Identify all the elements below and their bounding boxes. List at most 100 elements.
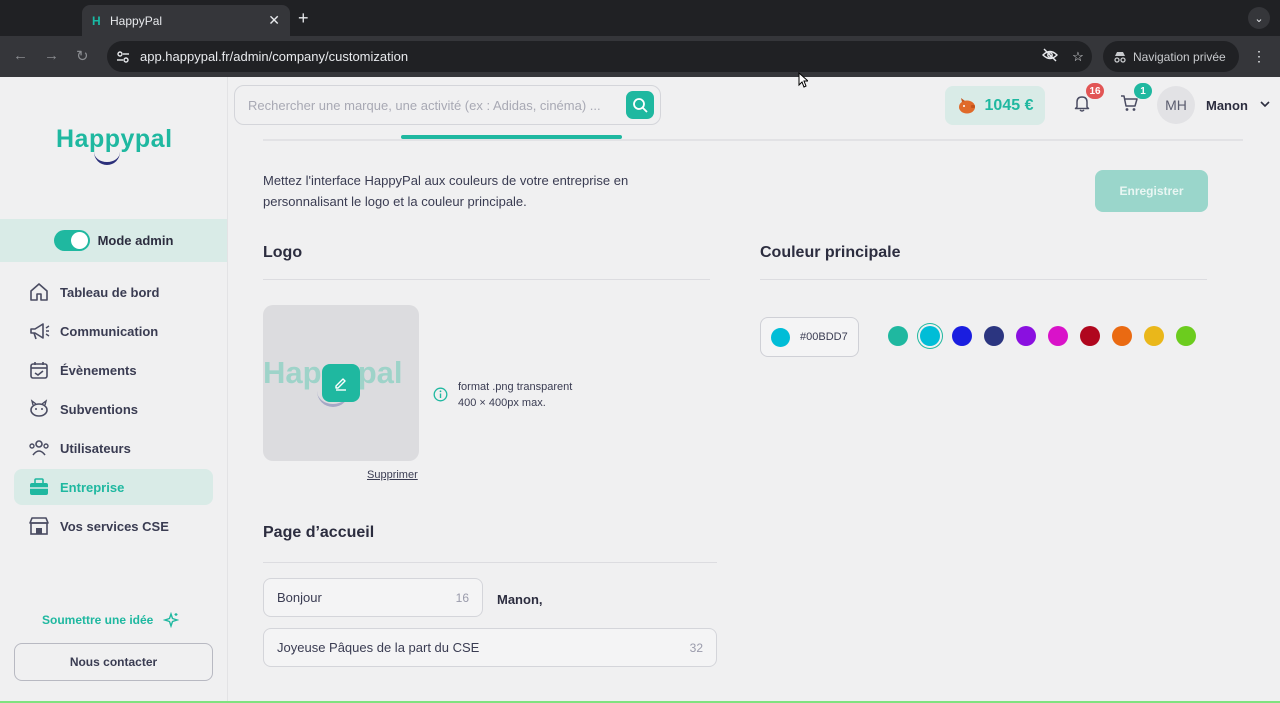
greeting-char-count: 16: [455, 590, 469, 605]
megaphone-icon: [28, 320, 50, 342]
app: Happypal Mode admin Tableau de bord Comm…: [0, 77, 1280, 703]
greeting-field: 16: [263, 578, 483, 617]
search-input[interactable]: [248, 97, 626, 113]
contact-button[interactable]: Nous contacter: [14, 643, 213, 681]
notifications-badge: 16: [1086, 83, 1104, 99]
tab-search-chevron-icon[interactable]: ⌄: [1248, 7, 1270, 29]
user-name[interactable]: Manon: [1206, 98, 1248, 113]
homepage-section-title: Page d’accueil: [263, 524, 375, 541]
color-section-divider: [760, 279, 1207, 280]
logo-smile-icon: [94, 151, 120, 165]
color-swatch[interactable]: [1176, 326, 1196, 346]
logo-upload-box[interactable]: Happypal: [263, 305, 419, 461]
notifications-button[interactable]: [1074, 94, 1090, 117]
users-icon: [28, 437, 50, 459]
color-hex-field[interactable]: #00BDD7: [760, 317, 859, 357]
edit-logo-button[interactable]: [322, 364, 360, 402]
private-label: Navigation privée: [1133, 49, 1226, 64]
sidebar-item-label: Utilisateurs: [60, 440, 131, 456]
browser-tab[interactable]: H HappyPal ✕: [82, 5, 290, 36]
sparkles-icon: [163, 612, 180, 628]
logo-section-title: Logo: [263, 244, 303, 261]
store-icon: [28, 515, 50, 537]
color-swatch[interactable]: [1016, 326, 1036, 346]
balance-amount: 1045 €: [984, 96, 1034, 114]
sidebar-item-label: Subventions: [60, 401, 139, 417]
submit-idea-link[interactable]: Soumettre une idée: [42, 612, 180, 628]
color-swatch[interactable]: [1144, 326, 1164, 346]
new-tab-icon[interactable]: +: [298, 8, 309, 29]
color-swatch[interactable]: [1048, 326, 1068, 346]
search-button[interactable]: [626, 91, 654, 119]
logo-section-divider: [263, 279, 710, 280]
color-swatch[interactable]: [1080, 326, 1100, 346]
happypal-logo[interactable]: Happypal: [56, 125, 173, 154]
chevron-down-icon[interactable]: [1259, 98, 1271, 110]
sidebar-item-label: Communication: [60, 323, 159, 339]
cart-icon: [1121, 95, 1138, 111]
piggy-bank-icon: [958, 97, 975, 113]
save-button[interactable]: Enregistrer: [1095, 170, 1208, 212]
wallet-balance[interactable]: 1045 €: [945, 86, 1045, 125]
private-browsing-indicator[interactable]: Navigation privée: [1103, 41, 1239, 72]
browser-menu-icon[interactable]: ⋮: [1252, 48, 1266, 65]
color-swatch[interactable]: [1112, 326, 1132, 346]
cart-button[interactable]: [1120, 94, 1138, 117]
sidebar-item-vos-services-cse[interactable]: Vos services CSE: [14, 508, 213, 544]
eye-off-icon[interactable]: [1036, 48, 1064, 65]
sidebar-item-label: Entreprise: [60, 479, 125, 495]
submit-idea-label: Soumettre une idée: [42, 613, 154, 627]
tab-title: HappyPal: [110, 13, 163, 28]
address-bar[interactable]: app.happypal.fr/admin/company/customizat…: [107, 41, 1092, 72]
sidebar-item-utilisateurs[interactable]: Utilisateurs: [14, 430, 213, 466]
piggy-bank-icon: [28, 398, 50, 420]
color-swatch[interactable]: [952, 326, 972, 346]
settings-tabs-divider: [263, 139, 1243, 141]
search-bar: [234, 85, 661, 125]
active-tab-indicator[interactable]: [401, 135, 622, 139]
sidebar-item-label: Vos services CSE: [60, 518, 169, 534]
sidebar-item-tableau-de-bord[interactable]: Tableau de bord: [14, 274, 213, 310]
welcome-message-char-count: 32: [689, 640, 703, 655]
remove-logo-link[interactable]: Supprimer: [367, 469, 418, 481]
welcome-message-input[interactable]: [277, 640, 690, 655]
logo-format-hint: format .png transparent 400 × 400px max.: [458, 379, 572, 411]
color-swatches: [888, 326, 1196, 346]
tab-close-icon[interactable]: ✕: [268, 12, 280, 29]
sidebar-item-communication[interactable]: Communication: [14, 313, 213, 349]
pencil-icon: [335, 378, 346, 391]
logo-size-line: 400 × 400px max.: [458, 397, 546, 409]
browser-toolbar: ← → ↻ app.happypal.fr/admin/company/cust…: [0, 36, 1280, 77]
url-text: app.happypal.fr/admin/company/customizat…: [140, 49, 409, 64]
tab-favicon-icon: H: [92, 13, 101, 28]
site-info-icon[interactable]: [112, 46, 134, 68]
avatar[interactable]: MH: [1157, 86, 1195, 124]
color-swatch-selected[interactable]: [920, 326, 940, 346]
selected-color-dot: [771, 327, 790, 347]
calendar-icon: [28, 359, 50, 381]
greeting-user-name: Manon,: [497, 592, 543, 607]
customization-intro: Mettez l'interface HappyPal aux couleurs…: [263, 173, 629, 209]
briefcase-icon: [28, 476, 50, 498]
sidebar-item-entreprise[interactable]: Entreprise: [14, 469, 213, 505]
bookmark-star-icon[interactable]: ☆: [1064, 49, 1092, 65]
incognito-icon: [1114, 51, 1126, 63]
back-icon[interactable]: ←: [13, 47, 28, 64]
admin-mode-toggle[interactable]: [53, 230, 90, 251]
reload-icon[interactable]: ↻: [76, 47, 89, 65]
sidebar-nav: Tableau de bord Communication Évènements…: [14, 274, 213, 547]
search-icon: [633, 98, 648, 113]
welcome-message-field: 32: [263, 628, 717, 667]
color-swatch[interactable]: [984, 326, 1004, 346]
sidebar-item-evenements[interactable]: Évènements: [14, 352, 213, 388]
selected-color-hex: #00BDD7: [800, 331, 848, 343]
sidebar: Happypal Mode admin Tableau de bord Comm…: [0, 77, 228, 703]
sidebar-item-subventions[interactable]: Subventions: [14, 391, 213, 427]
color-swatch[interactable]: [888, 326, 908, 346]
color-section-title: Couleur principale: [760, 244, 901, 261]
sidebar-item-label: Évènements: [60, 362, 137, 378]
admin-mode-label: Mode admin: [97, 233, 174, 248]
forward-icon[interactable]: →: [44, 47, 59, 64]
greeting-input[interactable]: [277, 590, 456, 605]
mouse-cursor-icon: [798, 72, 808, 88]
